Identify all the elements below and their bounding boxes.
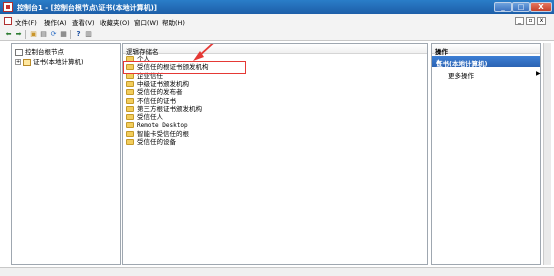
list-item-label: 受信任人 [137,113,163,122]
list-item-label: 智能卡受信任的根 [137,129,189,138]
folder-icon [126,105,134,112]
tree-root[interactable]: 控制台根节点 [15,46,64,56]
toolbar: ⬅ ➡ ▣ ▤ ⟳ ▦ ? ▥ [0,28,554,41]
help-icon[interactable]: ? [74,30,83,39]
menu-favorites[interactable]: 收藏夹(O) [100,17,130,27]
child-close-button[interactable]: x [537,17,546,25]
actions-header: 操作 [432,44,540,56]
tree-root-label: 控制台根节点 [25,48,64,56]
list-item-label: Remote Desktop [137,122,188,130]
collapse-caret-icon[interactable]: ▲ [436,58,536,65]
title-bar: 控制台1 - [控制台根节点\证书(本地计算机)] _ □ X [0,0,554,14]
menu-view[interactable]: 查看(V) [72,17,95,27]
folder-icon [126,139,134,145]
submenu-arrow-icon: ▶ [536,70,541,77]
list-item[interactable]: 受信任人 [126,113,163,121]
menu-window[interactable]: 窗口(W) [134,17,159,27]
up-folder-icon[interactable]: ▣ [29,30,38,39]
menu-bar: 文件(F) 操作(A) 查看(V) 收藏夹(O) 窗口(W) 帮助(H) _ ▫… [0,14,554,28]
menu-help[interactable]: 帮助(H) [162,17,185,27]
show-hide-action-icon[interactable]: ▥ [84,30,93,39]
list-item-label: 第三方根证书颁发机构 [137,104,202,113]
certificate-icon [23,58,31,66]
list-item[interactable]: Remote Desktop [126,121,188,129]
refresh-icon[interactable]: ⟳ [49,30,58,39]
export-icon[interactable]: ▦ [59,30,68,39]
menu-file[interactable]: 文件(F) [15,17,37,27]
annotation-arrow-icon [193,44,214,61]
expand-icon[interactable]: + [15,59,21,65]
child-restore-button[interactable]: ▫ [526,17,535,25]
tree-item-certificates[interactable]: + 证书(本地计算机) [15,56,84,66]
list-item[interactable]: 受信任的设备 [126,138,176,146]
document-icon[interactable] [4,17,12,25]
vertical-scrollbar[interactable] [543,43,551,265]
tree-item-label: 证书(本地计算机) [33,58,84,66]
console-tree-icon[interactable]: ▤ [39,30,48,39]
list-item[interactable]: 第三方根证书颁发机构 [126,105,202,113]
toolbar-separator [25,30,26,39]
mmc-app-icon[interactable] [3,2,13,12]
back-icon[interactable]: ⬅ [4,30,13,39]
forward-icon[interactable]: ➡ [14,30,23,39]
actions-header-label: 操作 [435,48,448,56]
folder-icon [126,122,134,129]
status-bar [0,267,554,276]
actions-section-certificates[interactable]: 证书(本地计算机) ▲ [432,56,540,68]
more-actions-item[interactable]: 更多操作 ▶ [448,70,541,80]
folder-icon [126,114,134,121]
child-minimize-button[interactable]: _ [515,17,524,25]
menu-action[interactable]: 操作(A) [44,17,67,27]
store-list-pane: 逻辑存储名 个人 受信任的根证书颁发机构 企业信任 中级证书颁发机构 受信任的发… [122,43,428,265]
folder-root-icon [15,48,23,56]
more-actions-label: 更多操作 [448,72,474,80]
folder-icon [126,130,134,137]
list-item[interactable]: 智能卡受信任的根 [126,130,189,138]
list-item-label: 受信任的设备 [137,138,176,146]
close-button[interactable]: X [530,2,552,12]
toolbar-separator [70,30,71,39]
maximize-button[interactable]: □ [512,2,530,12]
window-title: 控制台1 - [控制台根节点\证书(本地计算机)] [17,4,158,12]
minimize-button[interactable]: _ [494,2,512,12]
actions-pane: 操作 证书(本地计算机) ▲ 更多操作 ▶ [431,43,541,265]
console-tree-pane: 控制台根节点 + 证书(本地计算机) [11,43,121,265]
